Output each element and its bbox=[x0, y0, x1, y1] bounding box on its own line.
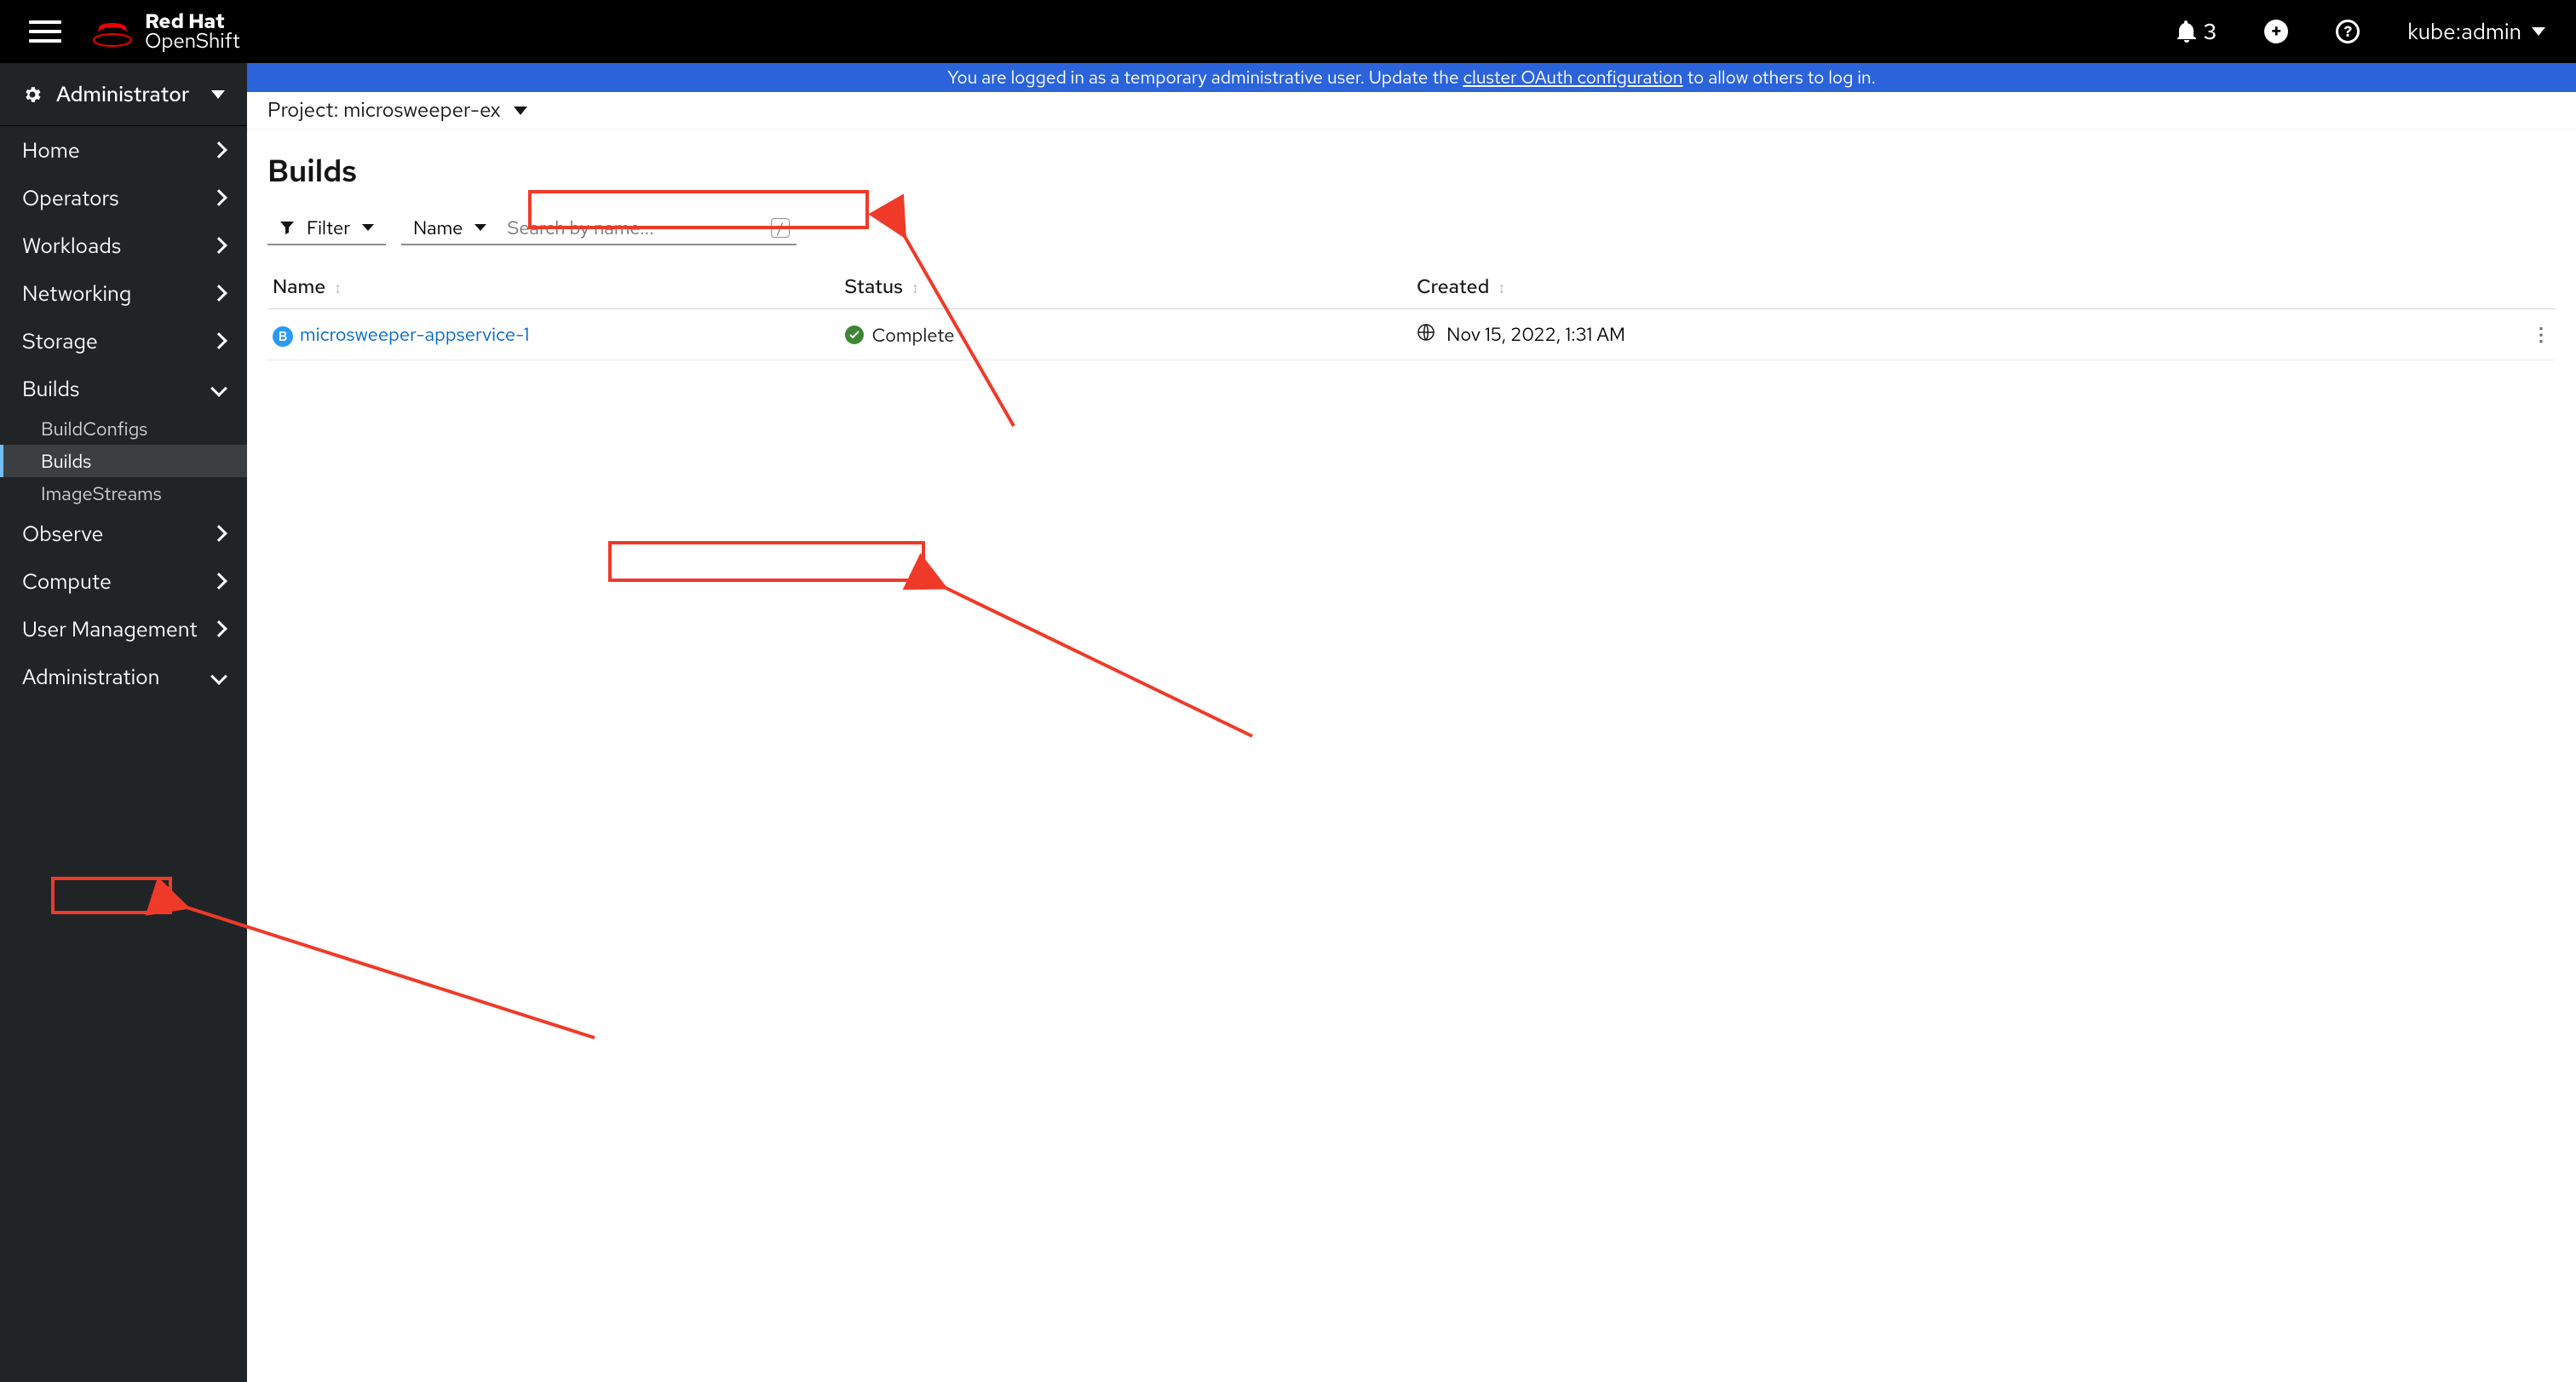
bell-icon bbox=[2176, 20, 2197, 43]
sidebar-item-compute[interactable]: Compute bbox=[0, 557, 247, 605]
globe-icon bbox=[1417, 323, 1435, 342]
sidebar-item-label: User Management bbox=[22, 615, 198, 643]
search-input[interactable] bbox=[498, 211, 771, 244]
notifications-button[interactable]: 3 bbox=[2176, 17, 2217, 46]
topbar: Red Hat OpenShift 3 + ? kube:admin bbox=[0, 0, 2576, 63]
build-resource-badge: B bbox=[273, 326, 293, 347]
search-field-selector[interactable]: Name bbox=[401, 211, 498, 244]
help-button[interactable]: ? bbox=[2336, 20, 2360, 43]
chevron-right-icon bbox=[210, 525, 227, 542]
sidebar: Administrator Home Operators Workloads Netw… bbox=[0, 63, 247, 1382]
check-circle-icon bbox=[845, 325, 864, 344]
sidebar-item-label: Administration bbox=[22, 663, 159, 691]
project-selector[interactable]: Project: microsweeper-ex bbox=[267, 97, 527, 124]
login-banner: You are logged in as a temporary adminis… bbox=[247, 63, 2576, 92]
notification-count: 3 bbox=[2204, 17, 2217, 46]
sidebar-item-label: Compute bbox=[22, 567, 112, 596]
chevron-down-icon bbox=[210, 380, 227, 397]
brand-line2: OpenShift bbox=[145, 31, 240, 52]
caret-down-icon bbox=[362, 224, 374, 231]
build-created-label: Nov 15, 2022, 1:31 AM bbox=[1446, 322, 1625, 347]
chevron-right-icon bbox=[210, 141, 227, 158]
banner-prefix: You are logged in as a temporary adminis… bbox=[947, 66, 1463, 89]
column-header-status[interactable]: Status↕ bbox=[840, 266, 1412, 309]
chevron-right-icon bbox=[210, 332, 227, 349]
redhat-fedora-icon bbox=[92, 16, 133, 47]
sidebar-item-home[interactable]: Home bbox=[0, 126, 247, 174]
sidebar-item-label: Home bbox=[22, 136, 80, 164]
banner-suffix: to allow others to log in. bbox=[1683, 66, 1876, 89]
perspective-label: Administrator bbox=[56, 80, 189, 108]
filter-icon bbox=[279, 220, 295, 235]
sort-icon: ↕ bbox=[1498, 279, 1505, 298]
sidebar-item-builds[interactable]: Builds bbox=[0, 365, 247, 412]
table-row: Bmicrosweeper-appservice-1 Complete bbox=[267, 309, 2556, 360]
sidebar-item-label: Storage bbox=[22, 327, 98, 355]
caret-down-icon bbox=[514, 107, 527, 115]
column-header-created[interactable]: Created↕ bbox=[1412, 266, 2441, 309]
caret-down-icon bbox=[2532, 27, 2545, 36]
sidebar-item-label: Networking bbox=[22, 279, 131, 308]
main-content: You are logged in as a temporary adminis… bbox=[247, 63, 2576, 1382]
build-name-link[interactable]: microsweeper-appservice-1 bbox=[300, 322, 529, 347]
page-title: Builds bbox=[267, 150, 2556, 191]
status-complete: Complete bbox=[845, 323, 955, 348]
chevron-right-icon bbox=[210, 620, 227, 637]
filter-label: Filter bbox=[307, 216, 350, 240]
user-label: kube:admin bbox=[2407, 17, 2521, 46]
chevron-right-icon bbox=[210, 285, 227, 302]
filter-dropdown[interactable]: Filter bbox=[267, 211, 386, 245]
caret-down-icon bbox=[474, 224, 486, 231]
caret-down-icon bbox=[211, 90, 225, 99]
add-button[interactable]: + bbox=[2264, 20, 2288, 43]
sidebar-item-label: Builds bbox=[22, 375, 79, 403]
sidebar-item-administration[interactable]: Administration bbox=[0, 653, 247, 700]
search-shortcut-hint: / bbox=[771, 218, 789, 238]
name-label: Name bbox=[413, 216, 463, 240]
sidebar-item-networking[interactable]: Networking bbox=[0, 269, 247, 317]
sidebar-item-user-management[interactable]: User Management bbox=[0, 605, 247, 653]
sidebar-item-observe[interactable]: Observe bbox=[0, 510, 247, 557]
sidebar-item-workloads[interactable]: Workloads bbox=[0, 222, 247, 269]
sort-icon: ↕ bbox=[911, 279, 919, 298]
brand-logo[interactable]: Red Hat OpenShift bbox=[92, 11, 240, 52]
row-actions-kebab[interactable]: ⋮ bbox=[2441, 309, 2556, 360]
column-header-name[interactable]: Name↕ bbox=[267, 266, 840, 309]
sort-icon: ↕ bbox=[334, 279, 342, 298]
perspective-switcher[interactable]: Administrator bbox=[0, 63, 247, 126]
sidebar-item-label: Operators bbox=[22, 184, 119, 212]
sidebar-item-label: Workloads bbox=[22, 232, 121, 260]
user-menu[interactable]: kube:admin bbox=[2407, 17, 2545, 46]
chevron-down-icon bbox=[210, 668, 227, 685]
chevron-right-icon bbox=[210, 237, 227, 254]
hamburger-menu-button[interactable] bbox=[29, 13, 66, 50]
builds-table: Name↕ Status↕ Created↕ Bmicrosweeper-app… bbox=[267, 266, 2556, 360]
sidebar-item-operators[interactable]: Operators bbox=[0, 174, 247, 222]
sidebar-item-storage[interactable]: Storage bbox=[0, 317, 247, 365]
chevron-right-icon bbox=[210, 189, 227, 206]
gear-icon bbox=[22, 84, 43, 105]
chevron-right-icon bbox=[210, 573, 227, 590]
sidebar-subitem-buildconfigs[interactable]: BuildConfigs bbox=[0, 412, 247, 445]
sidebar-subitem-imagestreams[interactable]: ImageStreams bbox=[0, 477, 247, 510]
sidebar-subitem-builds[interactable]: Builds bbox=[0, 445, 247, 477]
sidebar-item-label: Observe bbox=[22, 520, 103, 548]
project-label: Project: microsweeper-ex bbox=[267, 97, 500, 124]
banner-link[interactable]: cluster OAuth configuration bbox=[1463, 66, 1682, 89]
